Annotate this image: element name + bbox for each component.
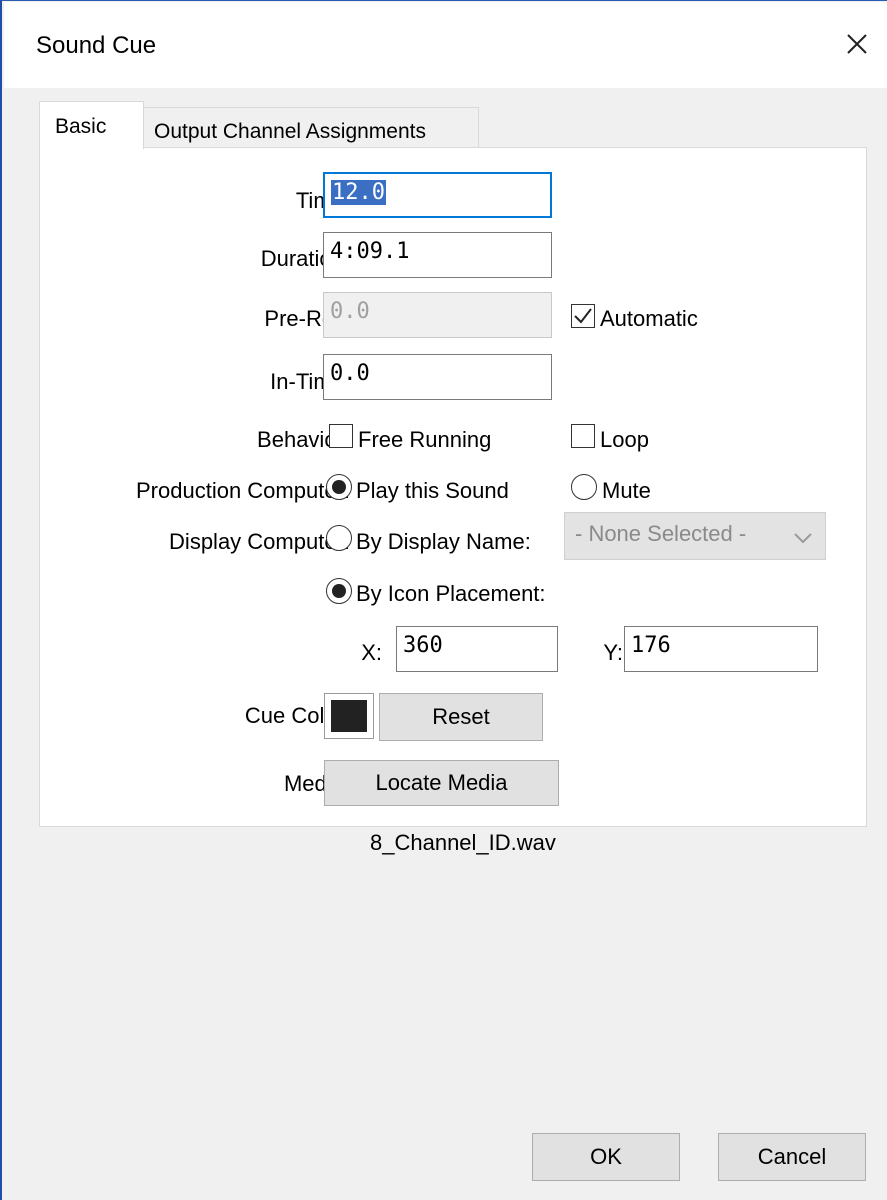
- automatic-checkbox[interactable]: [571, 304, 595, 328]
- x-label: X:: [361, 640, 382, 665]
- automatic-label: Automatic: [600, 306, 698, 331]
- y-value: 176: [631, 633, 671, 658]
- by-display-name-label: By Display Name:: [356, 529, 531, 554]
- title-bar: Sound Cue: [4, 2, 887, 88]
- intime-input[interactable]: 0.0: [323, 354, 552, 400]
- time-value: 12.0: [331, 180, 386, 205]
- mute-radio[interactable]: [571, 474, 597, 500]
- production-computer-label: Production Computer:: [136, 478, 350, 503]
- close-button[interactable]: [825, 14, 887, 74]
- close-icon: [847, 34, 867, 54]
- chevron-down-icon: [794, 533, 812, 544]
- cue-color-fill: [331, 700, 367, 732]
- cue-color-swatch[interactable]: [324, 693, 374, 739]
- sound-cue-dialog: Sound Cue Output Channel Assignments Bas…: [0, 0, 887, 1200]
- cancel-button[interactable]: Cancel: [718, 1133, 866, 1181]
- duration-value: 4:09.1: [330, 239, 410, 264]
- preroll-value: 0.0: [330, 299, 370, 324]
- ok-button[interactable]: OK: [532, 1133, 680, 1181]
- reset-color-label: Reset: [432, 704, 490, 729]
- tab-basic[interactable]: Basic: [39, 101, 144, 149]
- y-label: Y:: [603, 640, 623, 665]
- dialog-title: Sound Cue: [36, 32, 157, 59]
- cancel-label: Cancel: [757, 1144, 827, 1169]
- preroll-input[interactable]: 0.0: [323, 292, 552, 338]
- intime-value: 0.0: [330, 361, 370, 386]
- time-input[interactable]: 12.0: [323, 172, 552, 218]
- free-running-checkbox[interactable]: [329, 424, 353, 448]
- checkmark-icon: [574, 308, 592, 324]
- display-name-select-value: - None Selected -: [575, 521, 747, 546]
- duration-input[interactable]: 4:09.1: [323, 232, 552, 278]
- display-name-select[interactable]: - None Selected -: [564, 512, 826, 560]
- locate-media-button[interactable]: Locate Media: [324, 760, 559, 806]
- tab-label: Basic: [55, 115, 107, 138]
- tab-label: Output Channel Assignments: [154, 120, 426, 143]
- ok-label: OK: [590, 1144, 622, 1169]
- display-computer-label: Display Computer:: [169, 529, 350, 554]
- loop-checkbox[interactable]: [571, 424, 595, 448]
- by-icon-placement-label: By Icon Placement:: [356, 581, 546, 606]
- mute-label: Mute: [602, 478, 651, 503]
- media-filename: 8_Channel_ID.wav: [370, 830, 556, 855]
- loop-label: Loop: [600, 427, 649, 452]
- play-this-sound-radio[interactable]: [326, 474, 352, 500]
- by-icon-placement-radio[interactable]: [326, 578, 352, 604]
- tab-output-channel-assignments[interactable]: Output Channel Assignments: [143, 107, 479, 149]
- y-input[interactable]: 176: [624, 626, 818, 672]
- play-this-sound-label: Play this Sound: [356, 478, 509, 503]
- locate-media-label: Locate Media: [375, 770, 508, 795]
- x-value: 360: [403, 633, 443, 658]
- x-input[interactable]: 360: [396, 626, 558, 672]
- reset-color-button[interactable]: Reset: [379, 693, 543, 741]
- free-running-label: Free Running: [358, 427, 492, 452]
- by-display-name-radio[interactable]: [326, 525, 352, 551]
- basic-tab-panel: Time: 12.0 Duration: 4:09.1 Pre-Roll: 0.…: [39, 147, 867, 827]
